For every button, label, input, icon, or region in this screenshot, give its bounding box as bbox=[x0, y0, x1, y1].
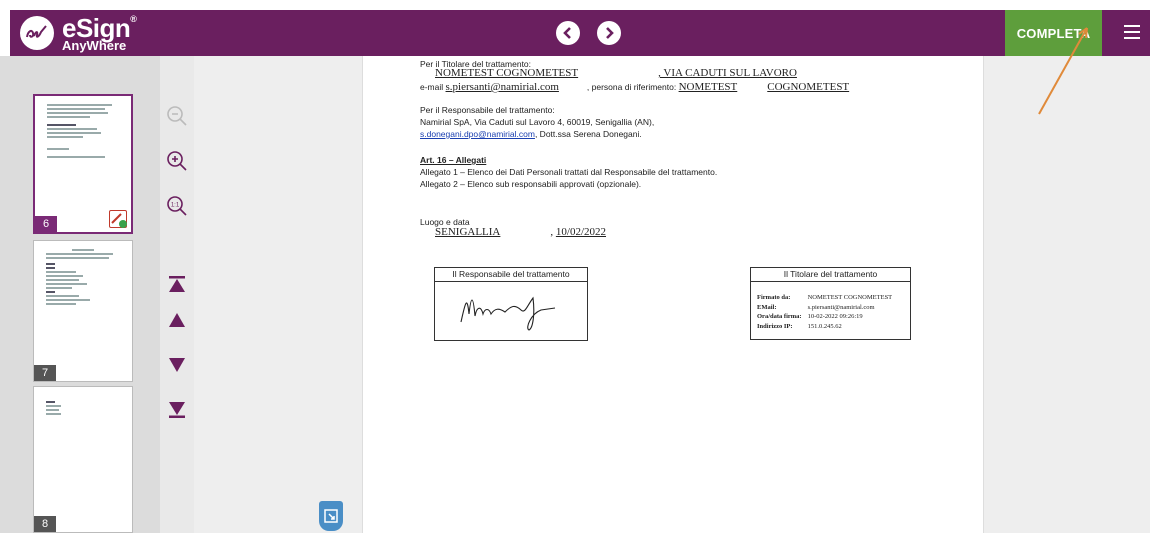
logo-subtitle: AnyWhere bbox=[62, 37, 127, 53]
previous-page-button[interactable] bbox=[556, 21, 580, 45]
thumbnail-content bbox=[47, 104, 119, 160]
esign-logo-icon bbox=[20, 16, 54, 50]
thumbnail-content bbox=[46, 249, 120, 307]
first-page-icon bbox=[169, 276, 185, 292]
place-value: SENIGALLIA bbox=[435, 226, 501, 238]
place-date-line: SENIGALLIA, 10/02/2022 bbox=[435, 226, 607, 238]
chevron-right-icon bbox=[606, 27, 614, 39]
logo-text: eSign® AnyWhere bbox=[62, 13, 137, 53]
owner-name: NOMETEST COGNOMETEST bbox=[435, 67, 579, 79]
thumbnail-page-number: 8 bbox=[34, 516, 56, 532]
zoom-out-icon bbox=[167, 106, 187, 126]
zoom-reset-button[interactable]: 1:1 bbox=[165, 194, 189, 218]
resp-contact-line: s.donegani.dpo@namirial.com, Dott.ssa Se… bbox=[420, 129, 642, 140]
thumbnail-content bbox=[46, 401, 120, 417]
zoom-actual-size-icon: 1:1 bbox=[167, 196, 187, 216]
hamburger-icon-bar bbox=[1124, 31, 1140, 33]
hamburger-icon-bar bbox=[1124, 37, 1140, 39]
responsible-box-title: Il Responsabile del trattamento bbox=[435, 268, 587, 282]
signed-by-label: Firmato da: bbox=[757, 294, 791, 301]
last-page-button[interactable] bbox=[165, 398, 189, 422]
last-page-icon bbox=[169, 402, 185, 418]
allegato-2: Allegato 2 – Elenco sub responsabili app… bbox=[420, 179, 642, 189]
resp-contact-name: , Dott.ssa Serena Donegani. bbox=[534, 129, 642, 139]
sign-field-button[interactable] bbox=[319, 501, 343, 531]
sig-ip-label: Indirizzo IP: bbox=[757, 322, 793, 330]
sig-email: s.piersanti@namirial.com bbox=[807, 303, 875, 311]
first-page-button[interactable] bbox=[165, 272, 189, 296]
zoom-in-button[interactable] bbox=[165, 149, 189, 173]
responsible-signature-box: Il Responsabile del trattamento bbox=[434, 267, 588, 341]
resp-address: Namirial SpA, Via Caduti sul Lavoro 4, 6… bbox=[420, 117, 655, 127]
owner-box-title: Il Titolare del trattamento bbox=[751, 268, 910, 282]
thumbnail-page[interactable]: 6 bbox=[33, 94, 133, 234]
signature-info: Firmato da: NOMETEST COGNOMETEST EMail: s.… bbox=[751, 282, 902, 332]
allegato-1: Allegato 1 – Elenco dei Dati Personali t… bbox=[420, 167, 718, 177]
signed-by: NOMETEST COGNOMETEST bbox=[807, 294, 893, 301]
zoom-out-button[interactable] bbox=[165, 104, 189, 128]
page-up-button[interactable] bbox=[165, 308, 189, 332]
resp-label: Per il Responsabile del trattamento: bbox=[420, 105, 555, 115]
menu-button[interactable] bbox=[1124, 25, 1140, 39]
hamburger-icon bbox=[1124, 25, 1140, 27]
top-bar: eSign® AnyWhere COMPLETA bbox=[0, 0, 1150, 56]
article-title: Art. 16 – Allegati bbox=[420, 155, 487, 165]
page-down-button[interactable] bbox=[165, 353, 189, 377]
owner-signature-box: Il Titolare del trattamento Firmato da: N… bbox=[750, 267, 911, 340]
triangle-up-icon bbox=[169, 313, 185, 327]
right-gutter bbox=[984, 56, 1150, 533]
signature-done-icon bbox=[109, 210, 127, 228]
sig-datetime-label: Ora/data firma: bbox=[757, 313, 802, 320]
owner-line: NOMETEST COGNOMETEST , VIA CADUTI SUL LAV… bbox=[435, 68, 797, 79]
date-value: 10/02/2022 bbox=[555, 226, 607, 238]
triangle-down-icon bbox=[169, 358, 185, 372]
ref-surname: COGNOMETEST bbox=[767, 81, 850, 93]
owner-email-line: e-mail s.piersanti@namirial.com , persona… bbox=[420, 82, 859, 93]
svg-text:1:1: 1:1 bbox=[171, 203, 180, 209]
ref-label: , persona di riferimento: bbox=[586, 82, 677, 92]
thumbnail-page-number: 6 bbox=[35, 216, 57, 232]
edit-field-icon bbox=[324, 509, 338, 523]
next-page-button[interactable] bbox=[597, 21, 621, 45]
registered-mark: ® bbox=[130, 13, 137, 24]
chevron-left-icon bbox=[563, 27, 571, 39]
owner-email: s.piersanti@namirial.com bbox=[445, 81, 559, 93]
thumbnail-panel: 6 7 8 bbox=[0, 56, 183, 533]
thumbnail-page[interactable]: 7 bbox=[33, 240, 133, 382]
resp-email-link[interactable]: s.donegani.dpo@namirial.com bbox=[420, 129, 535, 139]
thumbnail-page[interactable]: 8 bbox=[33, 386, 133, 533]
ref-name: NOMETEST bbox=[678, 81, 738, 93]
zoom-in-icon bbox=[167, 151, 187, 171]
annotation-arrow-icon bbox=[1038, 27, 1088, 115]
left-gutter bbox=[194, 56, 362, 533]
sig-email-label: EMail: bbox=[757, 303, 777, 311]
header: eSign® AnyWhere COMPLETA bbox=[10, 10, 1150, 56]
owner-address: , VIA CADUTI SUL LAVORO bbox=[658, 67, 797, 79]
thumbnail-page-number: 7 bbox=[34, 365, 56, 381]
zoom-toolbar: 1:1 bbox=[160, 56, 194, 533]
handwritten-signature bbox=[460, 296, 556, 331]
sig-ip: 151.0.245.62 bbox=[807, 322, 842, 330]
sig-datetime: 10-02-2022 09:26:19 bbox=[807, 313, 863, 320]
email-prefix: e-mail bbox=[420, 82, 444, 92]
logo: eSign® AnyWhere bbox=[20, 10, 137, 56]
